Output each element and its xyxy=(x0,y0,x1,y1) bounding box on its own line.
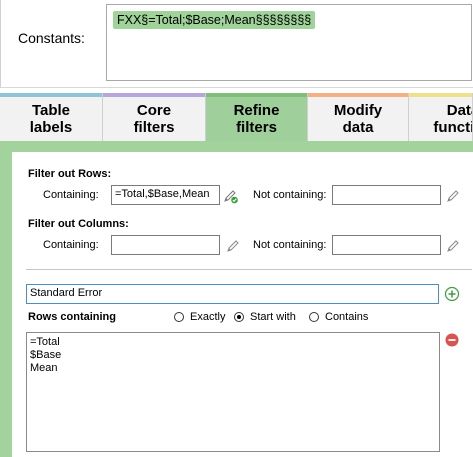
rows-containing-input[interactable]: =Total,$Base,Mean xyxy=(111,185,220,205)
rows-containing-title: Rows containing xyxy=(28,311,116,323)
columns-not-containing-label: Not containing: xyxy=(253,239,327,251)
list-item: Mean xyxy=(30,362,58,374)
rows-not-containing-label: Not containing: xyxy=(253,189,327,201)
rule-name-input[interactable]: Standard Error xyxy=(26,284,439,304)
columns-containing-label: Containing: xyxy=(43,239,99,251)
tab-color-bar xyxy=(0,93,102,97)
tab-table-labels[interactable]: Table labels xyxy=(0,93,103,141)
edit-pencil-icon[interactable] xyxy=(225,238,241,254)
tab-color-bar xyxy=(308,93,408,97)
tab-modify-data[interactable]: Modify data xyxy=(308,93,409,141)
tab-label-line2: function xyxy=(433,119,472,136)
tab-label-line1: Core xyxy=(136,102,172,119)
radio-start-with-label: Start with xyxy=(250,311,296,323)
edit-pencil-icon[interactable] xyxy=(445,238,461,254)
tab-label-line1: Refine xyxy=(233,102,280,119)
radio-exactly[interactable] xyxy=(174,312,184,322)
constants-textbox[interactable]: FXX§=Total;$Base;Mean§§§§§§§§ xyxy=(106,4,472,81)
remove-icon[interactable] xyxy=(444,332,460,348)
filter-columns-title: Filter out Columns: xyxy=(28,218,129,230)
radio-contains-label: Contains xyxy=(325,311,369,323)
panel-content: Filter out Rows: Containing: =Total,$Bas… xyxy=(12,152,473,457)
refine-filters-panel: Filter out Rows: Containing: =Total,$Bas… xyxy=(0,141,473,457)
tab-core-filters[interactable]: Core filters xyxy=(103,93,206,141)
list-item: =Total xyxy=(30,336,60,348)
tab-label-line1: Modify xyxy=(333,102,383,119)
tab-color-bar xyxy=(103,93,205,97)
rows-not-containing-input[interactable] xyxy=(332,185,441,205)
add-icon[interactable] xyxy=(444,286,460,302)
edit-pencil-confirmed-icon[interactable] xyxy=(223,188,239,204)
radio-exactly-label: Exactly xyxy=(190,311,226,323)
rows-containing-label: Containing: xyxy=(43,189,99,201)
edit-pencil-icon[interactable] xyxy=(445,188,461,204)
tab-color-bar xyxy=(409,93,472,97)
tab-refine-filters[interactable]: Refine filters xyxy=(206,93,308,143)
tab-label-line2: filters xyxy=(133,119,175,136)
columns-not-containing-input[interactable] xyxy=(332,235,441,255)
tab-label-line2: labels xyxy=(29,119,73,136)
filter-rows-title: Filter out Rows: xyxy=(28,168,112,180)
list-item: $Base xyxy=(30,349,62,361)
radio-contains[interactable] xyxy=(309,312,319,322)
tab-label-line1: Table xyxy=(31,102,71,119)
radio-start-with[interactable] xyxy=(234,312,244,322)
tab-data-function[interactable]: Data function xyxy=(409,93,473,141)
tab-color-bar xyxy=(206,93,307,97)
rows-list-textarea[interactable]: =Total $Base Mean xyxy=(26,332,440,452)
tab-label-line2: data xyxy=(342,119,374,136)
tab-label-line2: filters xyxy=(236,119,277,136)
section-separator xyxy=(26,269,472,270)
divider xyxy=(0,87,473,88)
columns-containing-input[interactable] xyxy=(111,235,220,255)
tab-label-line1: Data xyxy=(446,102,472,119)
constants-value: FXX§=Total;$Base;Mean§§§§§§§§ xyxy=(113,11,316,29)
left-edge-rule xyxy=(0,0,1,88)
constants-label: Constants: xyxy=(18,30,85,46)
